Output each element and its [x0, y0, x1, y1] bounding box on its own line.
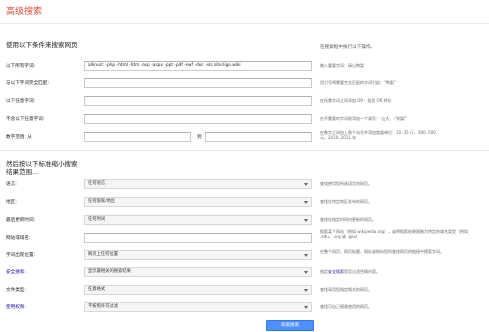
file-type-value: 任意格式 [88, 287, 106, 292]
usage-rights-hint: 查找可自己随意使用的网页。 [320, 304, 372, 309]
language-select[interactable]: 任何语言 [84, 179, 312, 189]
site-domain-hint: 搜索某个网站（例如 wikipedia.org），或将搜索结果限制为特定的域名类… [320, 229, 469, 240]
safesearch-select[interactable]: 显示最相关的搜索结果 [84, 267, 312, 277]
exact-phrase-label: 与以下字词完全匹配: [6, 81, 49, 86]
usage-rights-value: 不按照许可过滤 [88, 304, 119, 309]
file-type-hint: 查找采用您指定格式的网页。 [320, 287, 372, 292]
file-type-label: 文件类型: [6, 288, 26, 293]
terms-appearing-label: 字词出现位置: [6, 253, 36, 258]
narrow-heading: 然后按以下标准缩小搜索结果范围... [6, 160, 78, 176]
language-label: 语言: [6, 182, 17, 187]
last-update-select[interactable]: 任何时间 [84, 215, 312, 225]
chevron-down-icon [304, 271, 308, 274]
usage-rights-label-link[interactable]: 使用权限: [6, 304, 26, 310]
chevron-down-icon [304, 219, 308, 222]
none-words-label: 不含以下任意字词: [6, 117, 45, 122]
range-from-input[interactable] [84, 132, 191, 142]
terms-appearing-hint: 在整个网页、网页标题、网址或指向您所查找网页的链接中搜索字词。 [320, 249, 444, 254]
exact-phrase-hint: 用引号将需要完全匹配的字词引起："鸭梨" [320, 80, 396, 85]
language-value: 任何语言 [88, 181, 106, 186]
advanced-search-button[interactable]: 高级搜索 [266, 320, 314, 331]
page-title: 高级搜索 [6, 7, 43, 17]
last-update-hint: 查找在指定时间内更新的网页。 [320, 217, 376, 222]
none-words-hint: 在不需要的字词前添加一个减号：-山大、-"刺梨" [320, 116, 407, 121]
all-words-hint: 输入重要字词：砀山鸭梨 [320, 63, 364, 68]
safesearch-label-link[interactable]: 安全搜索: [6, 269, 26, 275]
any-words-input[interactable] [84, 96, 312, 106]
last-update-label: 最后更新时间: [6, 218, 36, 223]
safesearch-value: 显示最相关的搜索结果 [88, 269, 131, 274]
safesearch-hint-prefix: 指定 [320, 269, 328, 274]
site-domain-label: 网站或域名: [6, 236, 31, 241]
exact-phrase-input[interactable] [84, 78, 312, 88]
last-update-value: 任何时间 [88, 217, 106, 222]
safesearch-hint: 指定安全搜索是否过滤色情内容。 [320, 269, 380, 274]
region-hint: 查找在特定地区发布的网页。 [320, 199, 372, 204]
all-words-input[interactable]: allinurl: -php -html -htm -asp -aspx -pp… [84, 61, 312, 71]
range-to-label: 到 [197, 135, 202, 140]
chevron-down-icon [304, 289, 308, 292]
terms-appearing-select[interactable]: 网页上任何位置 [84, 250, 312, 260]
header-divider [0, 23, 489, 24]
region-select[interactable]: 任何国家/地区 [84, 197, 312, 207]
chevron-down-icon [304, 306, 308, 309]
chevron-down-icon [304, 254, 308, 257]
safesearch-hint-link[interactable]: 安全搜索 [328, 269, 344, 274]
find-pages-hint: 在搜索框中执行以下操作。 [320, 45, 376, 50]
range-hint: 在数字之间加上两个句号并添加度量单位：10..35 斤、300..500 元、2… [320, 130, 436, 141]
site-domain-input[interactable] [84, 233, 312, 243]
region-label: 地区: [6, 200, 17, 205]
any-words-label: 以下任意字词: [6, 99, 36, 104]
chevron-down-icon [304, 201, 308, 204]
range-to-input[interactable] [205, 132, 312, 142]
safesearch-hint-suffix: 是否过滤色情内容。 [344, 269, 380, 274]
terms-appearing-value: 网页上任何位置 [88, 252, 119, 257]
find-pages-heading: 使用以下条件来搜索网页 [6, 41, 78, 49]
region-value: 任何国家/地区 [88, 199, 116, 204]
any-words-hint: 在所需字词之间添加 OR：批发 OR 特价 [320, 98, 392, 103]
chevron-down-icon [304, 183, 308, 186]
language-hint: 查找使用您所选语言的网页。 [320, 181, 372, 186]
range-from-label: 数字范围: 从 [6, 135, 32, 140]
section-divider [0, 150, 489, 151]
all-words-label: 以下所有字词: [6, 64, 36, 69]
none-words-input[interactable] [84, 114, 312, 124]
usage-rights-select[interactable]: 不按照许可过滤 [84, 302, 312, 312]
file-type-select[interactable]: 任意格式 [84, 285, 312, 295]
